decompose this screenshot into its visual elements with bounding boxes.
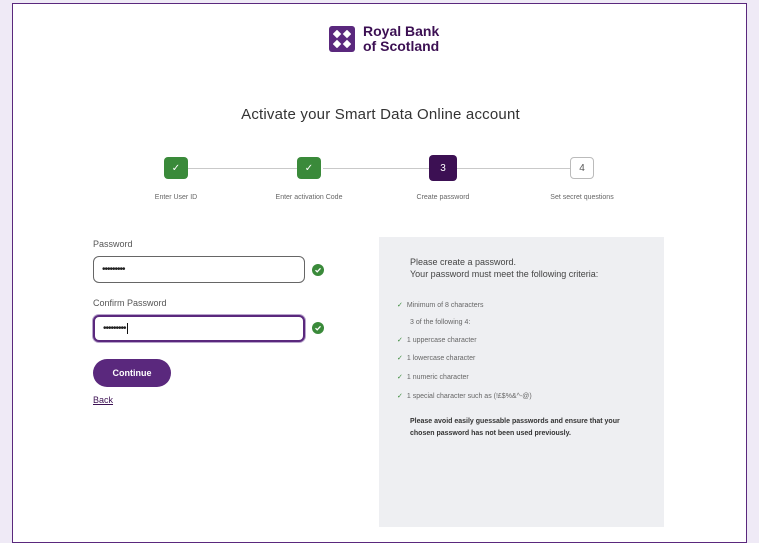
brand-name-line1: Royal Bank — [363, 23, 440, 39]
criteria-intro-line2: Your password must meet the following cr… — [410, 269, 599, 279]
password-value: ••••••••• — [102, 264, 125, 275]
step-3-indicator: 3 — [429, 155, 457, 181]
criteria-subheading-text: 3 of the following 4: — [410, 319, 471, 326]
criteria-item-text: 1 special character such as (!£$%&^-@) — [406, 392, 532, 400]
back-link[interactable]: Back — [93, 395, 113, 405]
step-4-label: Set secret questions — [550, 194, 614, 201]
check-icon: ✓ — [397, 337, 403, 344]
criteria-note: Please avoid easily guessable passwords … — [410, 418, 620, 437]
step-connector — [323, 168, 443, 169]
criteria-item: ✓ 1 numeric character — [397, 373, 469, 382]
step-connector — [457, 168, 572, 169]
text-caret — [126, 323, 128, 334]
step-connector — [188, 168, 310, 169]
criteria-item-text: 1 numeric character — [406, 373, 469, 381]
brand-name-line2: of Scotland — [363, 38, 440, 54]
password-label: Password — [93, 239, 133, 249]
criteria-item: ✓ 1 special character such as (!£$%&^-@) — [397, 392, 532, 401]
check-icon: ✓ — [171, 162, 181, 174]
check-icon: ✓ — [304, 162, 314, 174]
criteria-min-length-text: Minimum of 8 characters — [406, 301, 484, 309]
step-3-label: Create password — [416, 194, 470, 201]
step-1-indicator: ✓ — [164, 157, 188, 179]
check-icon: ✓ — [397, 302, 403, 309]
brand-logo: Royal Bank of Scotland — [329, 24, 439, 54]
confirm-password-field[interactable]: ••••••••• — [93, 315, 305, 342]
activation-card: Royal Bank of Scotland Activate your Sma… — [12, 3, 747, 543]
rbs-daisy-icon — [329, 26, 355, 52]
criteria-subheading: 3 of the following 4: — [410, 319, 470, 326]
criteria-item: ✓ 1 uppercase character — [397, 336, 477, 345]
criteria-item-text: 1 lowercase character — [406, 354, 476, 362]
criteria-item-text: 1 uppercase character — [406, 336, 477, 344]
progress-stepper: ✓ ✓ 3 4 Enter User ID Enter activation C… — [13, 154, 748, 214]
criteria-item: ✓ 1 lowercase character — [397, 354, 476, 363]
password-field[interactable]: ••••••••• — [93, 256, 305, 283]
criteria-min-length: ✓ Minimum of 8 characters — [397, 301, 484, 310]
continue-button[interactable]: Continue — [93, 359, 171, 387]
criteria-intro-line1: Please create a password. — [410, 257, 517, 267]
brand-name: Royal Bank of Scotland — [363, 24, 439, 54]
step-1-label: Enter User ID — [154, 194, 198, 201]
step-2-label: Enter activation Code — [275, 194, 343, 201]
confirm-password-valid-icon — [312, 322, 324, 334]
check-icon: ✓ — [397, 374, 403, 381]
criteria-intro: Please create a password. Your password … — [410, 256, 598, 280]
password-criteria-panel: Please create a password. Your password … — [379, 237, 664, 527]
step-4-indicator: 4 — [570, 157, 594, 179]
step-2-indicator: ✓ — [297, 157, 321, 179]
confirm-password-label: Confirm Password — [93, 298, 167, 308]
check-icon: ✓ — [397, 355, 403, 362]
confirm-password-value: ••••••••• — [103, 323, 126, 334]
check-icon: ✓ — [397, 393, 403, 400]
password-valid-icon — [312, 264, 324, 276]
page-title: Activate your Smart Data Online account — [241, 106, 520, 123]
